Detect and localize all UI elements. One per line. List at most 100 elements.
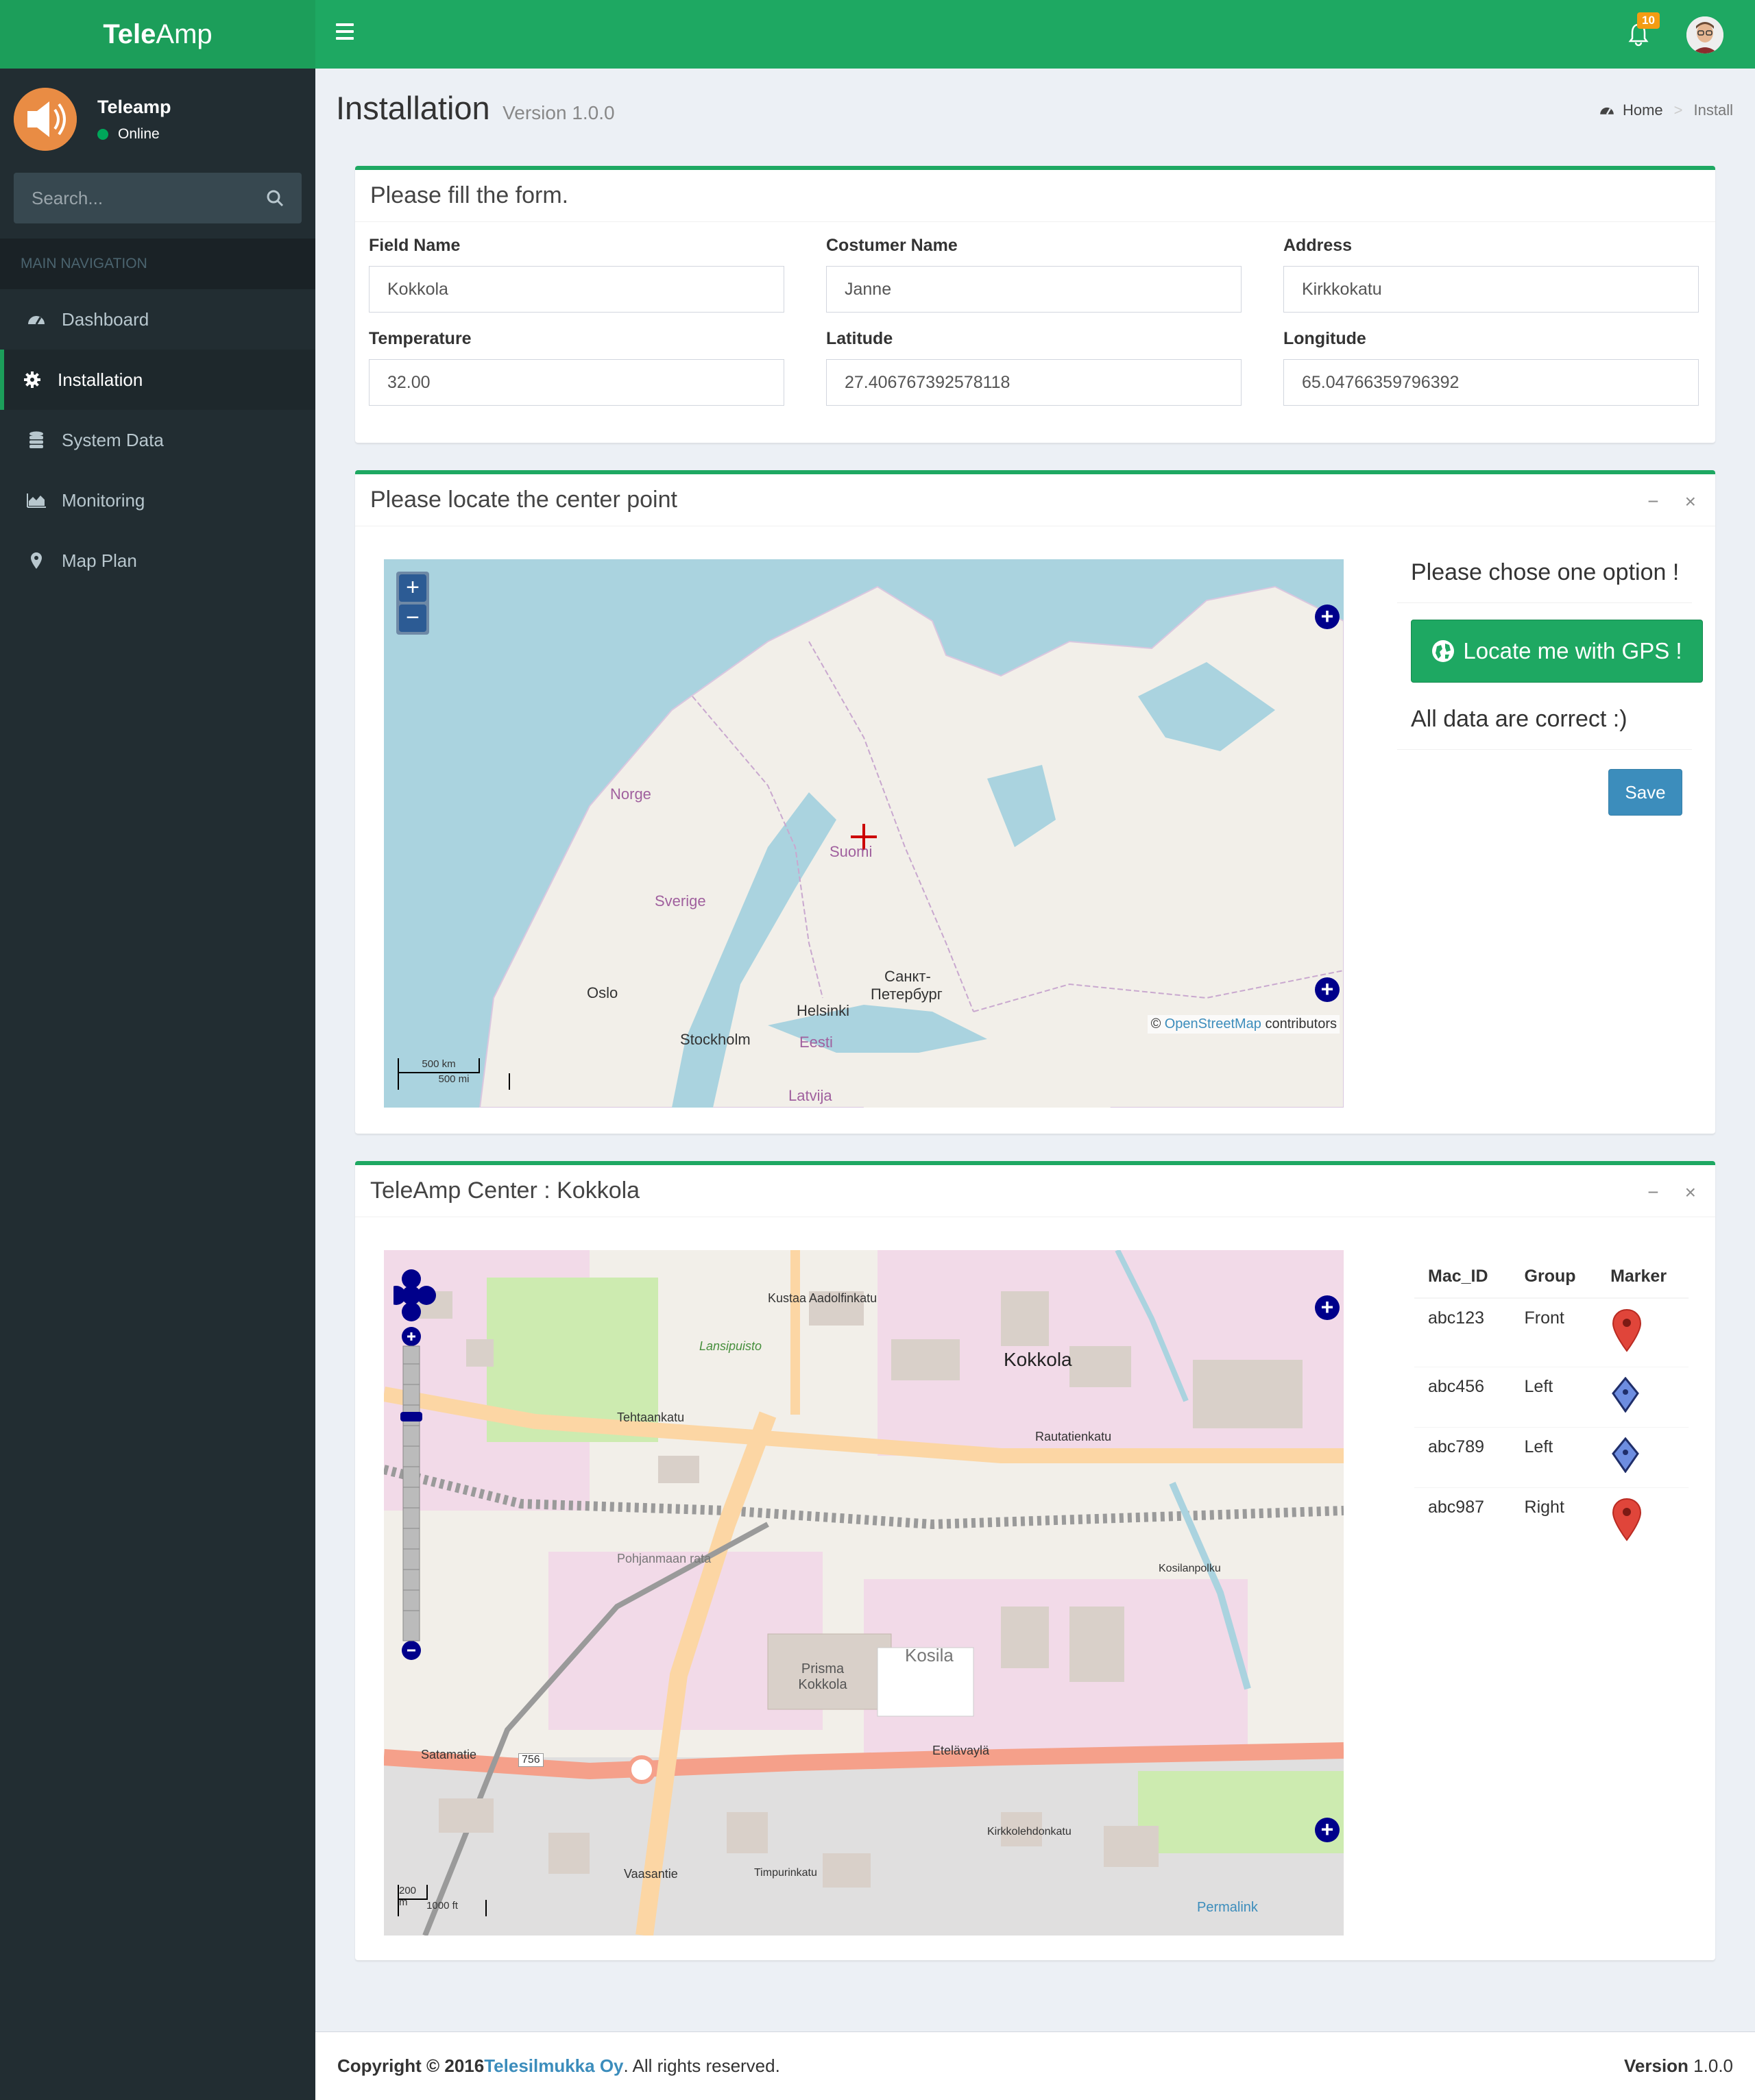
- layer-switcher-icon[interactable]: +: [1315, 1295, 1340, 1320]
- search-icon[interactable]: [266, 189, 284, 207]
- hamburger-menu-icon[interactable]: [336, 23, 354, 40]
- map-label-suomi: Suomi: [830, 843, 873, 860]
- map-label-etelavayla: Etelävaylä: [932, 1744, 990, 1757]
- locate-gps-button[interactable]: Locate me with GPS !: [1411, 620, 1703, 683]
- content-header: Installation Version 1.0.0: [336, 89, 615, 127]
- status-message: All data are correct :): [1397, 683, 1692, 750]
- permalink-link[interactable]: Permalink: [1197, 1900, 1258, 1916]
- map-label-spb-2: Петербург: [871, 986, 943, 1003]
- gear-icon: [22, 371, 43, 389]
- blue-diamond-icon[interactable]: [1597, 1427, 1689, 1488]
- field-name-label: Field Name: [369, 236, 461, 255]
- footer-version: Version 1.0.0: [1624, 2055, 1733, 2076]
- area-chart-icon: [26, 493, 47, 508]
- minimize-icon[interactable]: −: [1647, 1182, 1658, 1204]
- user-avatar-icon[interactable]: [1686, 16, 1723, 53]
- locate-box: Please locate the center point − × Norge: [355, 470, 1715, 1134]
- close-icon[interactable]: ×: [1685, 491, 1696, 513]
- table-header-marker: Marker: [1597, 1258, 1689, 1299]
- red-pin-icon[interactable]: [1597, 1297, 1689, 1367]
- address-label: Address: [1283, 236, 1353, 255]
- company-link[interactable]: Telesilmukka Oy: [484, 2055, 623, 2076]
- overview-toggle-icon[interactable]: +: [1315, 977, 1340, 1002]
- page-subtitle: Version 1.0.0: [503, 102, 615, 123]
- map-label-kosila: Kosila: [905, 1645, 954, 1665]
- footer: Copyright © 2016Telesilmukka Oy. All rig…: [315, 2031, 1755, 2100]
- center-box-title: TeleAmp Center : Kokkola: [370, 1177, 640, 1204]
- dashboard-icon: [1600, 107, 1614, 115]
- latitude-input[interactable]: [826, 359, 1242, 406]
- database-icon: [26, 431, 47, 449]
- latitude-label: Latitude: [826, 329, 893, 348]
- mac-table: Mac_ID Group Marker abc123 Front abc456 …: [1414, 1258, 1689, 1556]
- map-label-spb-1: Санкт-: [884, 968, 931, 985]
- zoom-out-button[interactable]: −: [399, 605, 426, 632]
- sidebar-item-map-plan[interactable]: Map Plan: [0, 530, 315, 591]
- center-box: TeleAmp Center : Kokkola − × Kokkola Rau…: [355, 1161, 1715, 1960]
- osm-link[interactable]: OpenStreetMap: [1165, 1016, 1261, 1031]
- sidebar-item-installation[interactable]: Installation: [0, 350, 315, 410]
- pan-zoom-bar[interactable]: [394, 1261, 448, 1661]
- sidebar-item-dashboard[interactable]: Dashboard: [0, 289, 315, 350]
- locate-box-title: Please locate the center point: [370, 487, 677, 513]
- table-row: abc987 Right: [1414, 1487, 1689, 1556]
- page-title: Installation: [336, 90, 490, 126]
- map-marker-icon: [26, 552, 47, 570]
- nav-header: MAIN NAVIGATION: [0, 239, 315, 289]
- locate-options: Please chose one option ! Locate me with…: [1397, 559, 1703, 816]
- map-label-stockholm: Stockholm: [680, 1031, 751, 1048]
- sidebar-search: [14, 173, 302, 223]
- layer-switcher-icon[interactable]: +: [1315, 605, 1340, 629]
- table-header-group: Group: [1510, 1258, 1597, 1299]
- costumer-name-label: Costumer Name: [826, 236, 958, 255]
- zoom-in-button[interactable]: +: [399, 574, 426, 602]
- table-row: abc123 Front: [1414, 1297, 1689, 1367]
- sidebar-item-system-data[interactable]: System Data: [0, 410, 315, 470]
- user-name: Teleamp: [97, 96, 171, 117]
- map-label-kosilanpolku: Kosilanpolku: [1159, 1563, 1221, 1574]
- blue-diamond-icon[interactable]: [1597, 1367, 1689, 1428]
- map-label-sverige: Sverige: [655, 892, 706, 909]
- map-label-pohjanmaan-rata: Pohjanmaan rata: [617, 1552, 712, 1565]
- footer-copyright: Copyright © 2016Telesilmukka Oy. All rig…: [337, 2055, 780, 2076]
- red-pin-icon[interactable]: [1597, 1487, 1689, 1556]
- map-label-timpurinkatu: Timpurinkatu: [754, 1867, 817, 1879]
- breadcrumb-home[interactable]: Home: [1623, 101, 1663, 119]
- close-icon[interactable]: ×: [1685, 1182, 1696, 1204]
- field-name-input[interactable]: [369, 266, 784, 313]
- option-title: Please chose one option !: [1397, 559, 1692, 603]
- table-row: abc789 Left: [1414, 1427, 1689, 1488]
- speaker-avatar-icon: [14, 88, 77, 151]
- globe-icon: [1432, 640, 1455, 662]
- longitude-label: Longitude: [1283, 329, 1366, 348]
- costumer-name-input[interactable]: [826, 266, 1242, 313]
- dashboard-icon: [26, 312, 47, 327]
- overview-map[interactable]: Norge Suomi Sverige Oslo Stockholm Helsi…: [384, 559, 1344, 1108]
- map-label-eesti: Eesti: [799, 1034, 833, 1051]
- address-input[interactable]: [1283, 266, 1699, 313]
- scale-line: 200 m 1000 ft: [398, 1885, 487, 1920]
- map-label-kokkola: Kokkola: [1004, 1349, 1072, 1370]
- overview-toggle-icon[interactable]: +: [1315, 1818, 1340, 1842]
- city-map[interactable]: Kokkola Rautatienkatu Tehtaankatu Lansip…: [384, 1250, 1344, 1936]
- user-panel: Teleamp Online: [0, 69, 315, 170]
- search-input[interactable]: [32, 187, 237, 209]
- breadcrumb: Home > Install: [1599, 101, 1733, 119]
- table-header-mac: Mac_ID: [1414, 1258, 1511, 1299]
- top-navbar: 10: [315, 0, 1755, 69]
- breadcrumb-current: Install: [1693, 101, 1733, 119]
- app-logo[interactable]: Tele Amp: [0, 0, 315, 69]
- map-label-lansipuisto: Lansipuisto: [699, 1339, 762, 1353]
- online-dot-icon: [97, 128, 108, 140]
- map-label-norge: Norge: [610, 785, 651, 803]
- minimize-icon[interactable]: −: [1647, 491, 1658, 513]
- sidebar-item-monitoring[interactable]: Monitoring: [0, 470, 315, 530]
- longitude-input[interactable]: [1283, 359, 1699, 406]
- map-label-rautatienkatu: Rautatienkatu: [1035, 1430, 1112, 1443]
- notification-badge: 10: [1637, 12, 1660, 29]
- scale-line: 500 km 500 mi: [398, 1058, 510, 1094]
- temperature-input[interactable]: [369, 359, 784, 406]
- map-label-kirkkolehdonkatu: Kirkkolehdonkatu: [987, 1826, 1072, 1838]
- map-label-oslo: Oslo: [587, 984, 618, 1001]
- save-button[interactable]: Save: [1608, 769, 1682, 816]
